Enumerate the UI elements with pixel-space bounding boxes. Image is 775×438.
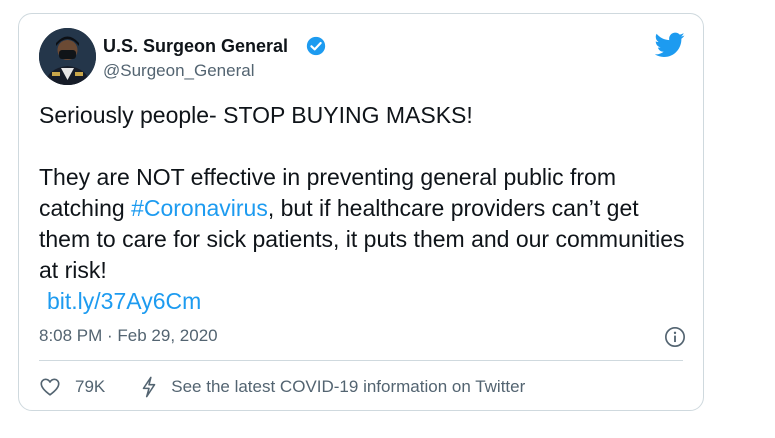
avatar[interactable] (39, 28, 96, 85)
twitter-bird-icon[interactable] (655, 32, 685, 58)
tweet-text: Seriously people- STOP BUYING MASKS! The… (39, 100, 689, 317)
author-handle[interactable]: @Surgeon_General (103, 61, 254, 81)
tweet-timestamp[interactable]: 8:08 PM · Feb 29, 2020 (39, 326, 218, 346)
info-icon[interactable] (664, 326, 686, 348)
tweet-paragraph: Seriously people- STOP BUYING MASKS! (39, 102, 473, 128)
author-name[interactable]: U.S. Surgeon General (103, 36, 288, 57)
tweet-actions: 79K See the latest COVID-19 information … (39, 372, 525, 402)
hashtag-link[interactable]: #Coronavirus (131, 195, 268, 221)
like-count[interactable]: 79K (75, 377, 105, 397)
verified-badge-icon (306, 36, 326, 56)
short-url-link[interactable]: bit.ly/37Ay6Cm (47, 286, 201, 317)
divider (39, 360, 683, 361)
tweet-card: U.S. Surgeon General @Surgeon_General Se… (18, 13, 704, 411)
heart-icon[interactable] (39, 376, 61, 398)
lightning-bolt-icon (142, 376, 156, 398)
covid-info-link[interactable]: See the latest COVID-19 information on T… (171, 377, 525, 397)
tweet-paragraph: They are NOT effective in preventing gen… (39, 162, 689, 286)
